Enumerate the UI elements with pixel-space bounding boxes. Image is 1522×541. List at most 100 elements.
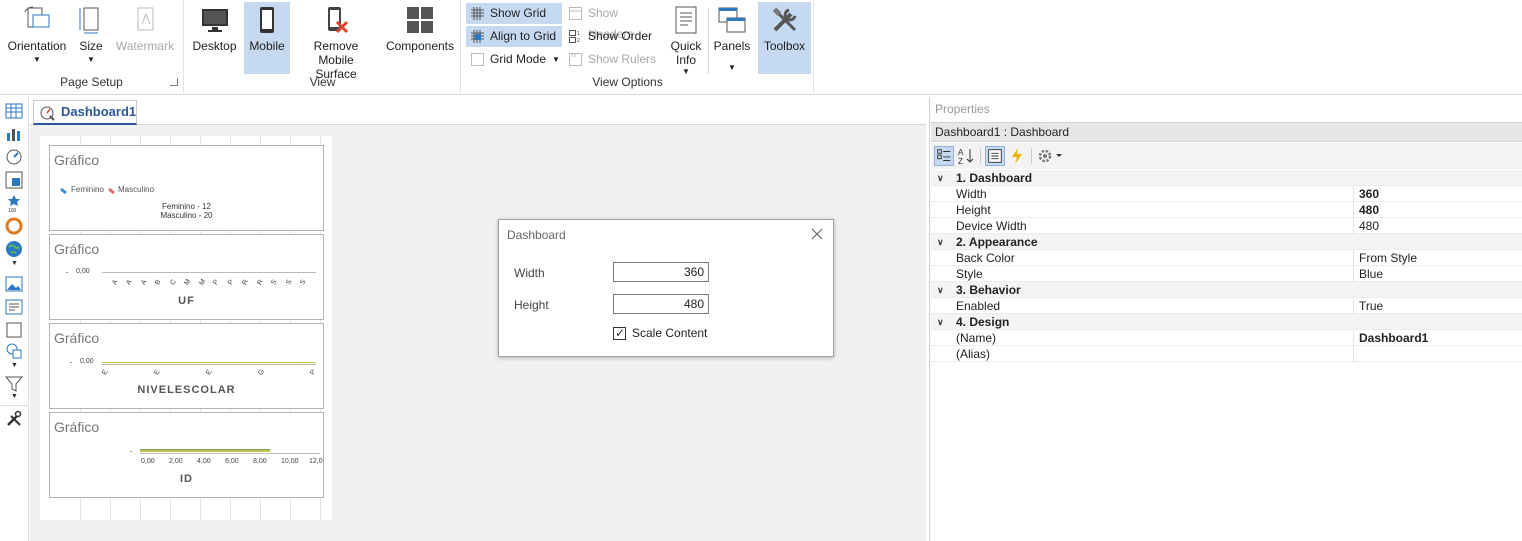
property-category[interactable]: ∨ 2. Appearance xyxy=(931,234,1522,250)
desktop-button[interactable]: Desktop xyxy=(191,2,238,74)
collapse-chevron-icon[interactable]: ∨ xyxy=(937,314,944,330)
property-value[interactable]: 480 xyxy=(1359,202,1379,218)
collapse-chevron-icon[interactable]: ∨ xyxy=(937,282,944,298)
image-item-icon[interactable] xyxy=(5,275,23,293)
text-box-item-icon[interactable] xyxy=(5,298,23,316)
property-row[interactable]: Enabled True xyxy=(931,298,1522,314)
orientation-button[interactable]: Orientation ▼ xyxy=(6,2,68,74)
property-row[interactable]: Style Blue xyxy=(931,266,1522,282)
category-label: 4. Design xyxy=(956,315,1010,329)
x-tick-label: S xyxy=(284,278,294,287)
quick-info-button[interactable]: Quick Info ▼ xyxy=(668,2,704,76)
property-category[interactable]: ∨ 4. Design xyxy=(931,314,1522,330)
grid-icon xyxy=(471,7,484,20)
expand-arrow-icon[interactable]: ▼ xyxy=(11,393,18,400)
x-tick-label: A xyxy=(140,278,149,287)
settings-gear-icon[interactable] xyxy=(1036,146,1064,166)
map-item-icon[interactable] xyxy=(5,240,23,258)
tick-mark xyxy=(66,272,68,273)
svg-text:2: 2 xyxy=(577,38,580,43)
property-row[interactable]: (Alias) xyxy=(931,346,1522,362)
group-item-icon[interactable] xyxy=(5,321,23,339)
grid-mode-dropdown[interactable]: Grid Mode ▼ xyxy=(466,49,562,70)
expand-arrow-icon[interactable]: ▼ xyxy=(11,260,18,267)
property-value[interactable]: 480 xyxy=(1359,218,1379,234)
align-to-grid-toggle[interactable]: Align to Grid xyxy=(466,26,562,47)
watermark-icon xyxy=(137,7,154,31)
x-tick-label: S xyxy=(299,278,308,287)
expand-arrow-icon[interactable]: ▼ xyxy=(11,362,18,369)
show-rulers-toggle[interactable]: Show Rulers xyxy=(564,49,664,70)
property-row[interactable]: (Name) Dashboard1 xyxy=(931,330,1522,346)
chart-panel[interactable]: Gráfico Feminino Masculino Feminino - 12… xyxy=(49,145,324,231)
grid-item-icon[interactable] xyxy=(5,102,23,120)
collapse-chevron-icon[interactable]: ∨ xyxy=(937,234,944,250)
watermark-button[interactable]: Watermark xyxy=(114,2,176,74)
property-value[interactable]: 360 xyxy=(1359,186,1379,202)
x-tick-label: M xyxy=(183,278,193,287)
x-tick-label: P xyxy=(309,368,318,377)
dashboard-doc-icon xyxy=(40,106,55,121)
mobile-button[interactable]: Mobile xyxy=(244,2,290,74)
pivot-item-icon[interactable] xyxy=(5,171,23,189)
shapes-item-icon[interactable] xyxy=(5,342,23,360)
collapse-chevron-icon[interactable]: ∨ xyxy=(937,170,944,186)
series-line xyxy=(102,362,316,363)
card-item-icon[interactable]: 100 xyxy=(5,194,23,212)
property-row[interactable]: Device Width 480 xyxy=(931,218,1522,234)
show-order-toggle[interactable]: 12 Show Order xyxy=(564,26,664,47)
components-label: Components xyxy=(385,39,455,53)
show-rulers-label: Show Rulers xyxy=(588,52,657,66)
property-category[interactable]: ∨ 3. Behavior xyxy=(931,282,1522,298)
property-row[interactable]: Width 360 xyxy=(931,186,1522,202)
events-lightning-icon[interactable] xyxy=(1007,146,1027,166)
chart-panel[interactable]: Gráfico 0,00 E E E G P NIVELESCOLAR xyxy=(49,323,324,409)
rulers-icon xyxy=(569,53,582,66)
tools-icon[interactable] xyxy=(5,410,23,428)
dialog-launcher-icon[interactable] xyxy=(170,78,178,86)
x-axis-line xyxy=(102,364,316,365)
size-button[interactable]: Size ▼ xyxy=(74,2,108,74)
filter-item-icon[interactable] xyxy=(5,375,23,393)
property-value[interactable]: True xyxy=(1359,298,1383,314)
height-field[interactable]: 480 xyxy=(613,294,709,314)
quick-info-icon xyxy=(675,6,697,34)
components-grid-icon xyxy=(407,7,433,33)
width-field[interactable]: 360 xyxy=(613,262,709,282)
axis-title: ID xyxy=(180,473,193,485)
property-category[interactable]: ∨ 1. Dashboard xyxy=(931,170,1522,186)
categorized-icon[interactable] xyxy=(934,146,954,166)
chart-panel[interactable]: Gráfico 0,00 AAABCMMPPRRSSS UF xyxy=(49,234,324,320)
property-value[interactable]: Dashboard1 xyxy=(1359,330,1428,346)
property-row[interactable]: Height 480 xyxy=(931,202,1522,218)
scale-content-checkbox[interactable]: ✓ xyxy=(613,326,626,340)
remove-mobile-surface-button[interactable]: Remove Mobile Surface xyxy=(295,2,377,81)
toolbox-tools-icon xyxy=(772,7,796,32)
category-label: 1. Dashboard xyxy=(956,171,1033,185)
pie-item-icon[interactable] xyxy=(5,217,23,235)
chart-item-icon[interactable] xyxy=(5,125,23,143)
property-row[interactable]: Back Color From Style xyxy=(931,250,1522,266)
components-button[interactable]: Components xyxy=(385,2,455,74)
show-grid-toggle[interactable]: Show Grid xyxy=(466,3,562,24)
chevron-down-icon: ▼ xyxy=(87,55,95,64)
x-tick-label: E xyxy=(101,368,110,377)
properties-toolbar: AZ xyxy=(931,143,1522,169)
gauge-item-icon[interactable] xyxy=(5,148,23,166)
separator xyxy=(0,405,28,406)
close-icon[interactable] xyxy=(809,226,825,242)
property-value[interactable]: Blue xyxy=(1359,266,1383,282)
x-tick-label: B xyxy=(154,278,163,287)
property-value[interactable]: From Style xyxy=(1359,250,1417,266)
show-headers-toggle[interactable]: Show Headers xyxy=(564,3,664,41)
chart-panel[interactable]: Gráfico 0,00 2,00 4,00 6,00 8,00 10,00 12,0 ID xyxy=(49,412,324,498)
axis-title: NIVELESCOLAR xyxy=(137,384,236,396)
toolbox-button[interactable]: Toolbox xyxy=(758,2,811,74)
dashboard-canvas[interactable]: Gráfico Feminino Masculino Feminino - 12… xyxy=(40,136,332,520)
object-selector[interactable]: Dashboard1 : Dashboard xyxy=(931,122,1522,142)
alphabetical-sort-icon[interactable]: AZ xyxy=(956,146,976,166)
panels-button[interactable]: Panels ▼ xyxy=(712,2,752,74)
properties-view-icon[interactable] xyxy=(985,146,1005,166)
page-setup-label: Page Setup xyxy=(60,75,123,89)
tab-dashboard1[interactable]: Dashboard1 xyxy=(33,100,137,125)
